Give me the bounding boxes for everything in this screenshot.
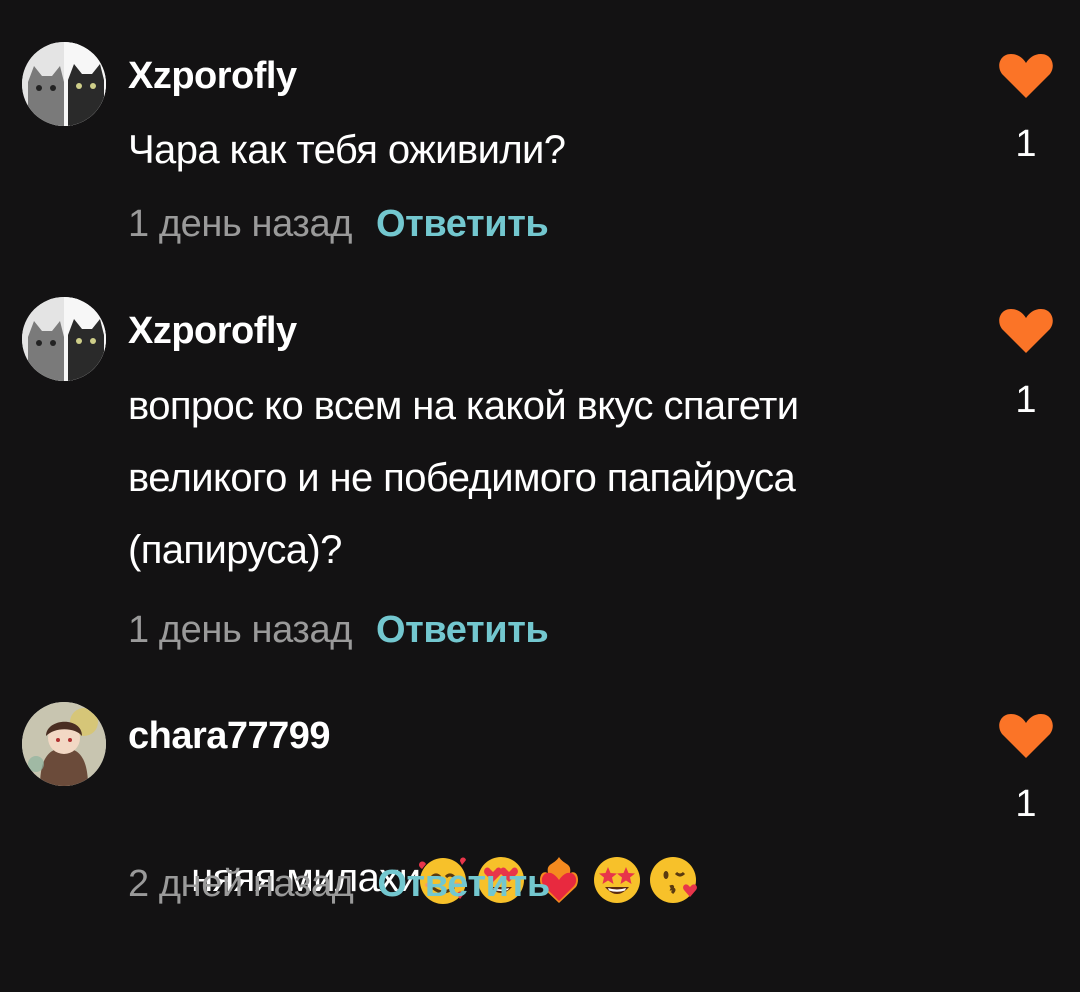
username[interactable]: Xzporofly: [128, 311, 297, 351]
heart-icon: [999, 714, 1053, 758]
like-button[interactable]: [998, 712, 1054, 760]
like-button[interactable]: [998, 307, 1054, 355]
username[interactable]: chara77799: [128, 716, 331, 756]
anime-character-avatar-icon: [22, 702, 106, 786]
reply-button[interactable]: Ответить: [377, 863, 550, 905]
username[interactable]: Xzporofly: [128, 56, 297, 96]
timestamp: 2 дней назад: [128, 863, 354, 905]
comment-meta: 2 дней назад Ответить: [128, 864, 550, 904]
timestamp: 1 день назад: [128, 609, 352, 651]
comment-meta: 1 день назад Ответить: [128, 203, 549, 245]
like-count: 1: [1015, 123, 1037, 165]
reply-button[interactable]: Ответить: [376, 609, 549, 651]
heart-icon: [999, 54, 1053, 98]
comment-list: Xzporofly Чара как тебя оживили? 1 день …: [0, 0, 1080, 992]
comment-text: вопрос ко всем на какой вкус спагети вел…: [128, 384, 799, 572]
cat-pair-avatar-icon: [22, 42, 106, 126]
avatar[interactable]: [22, 42, 106, 126]
avatar[interactable]: [22, 297, 106, 381]
avatar[interactable]: [22, 702, 106, 786]
star-struck-icon: [594, 857, 641, 904]
like-count: 1: [1015, 379, 1037, 421]
reply-button[interactable]: Ответить: [376, 203, 549, 245]
cat-pair-avatar-icon: [22, 297, 106, 381]
timestamp: 1 день назад: [128, 203, 352, 245]
heart-icon: [999, 309, 1053, 353]
like-button[interactable]: [998, 52, 1054, 100]
comment-text: Чара как тебя оживили?: [128, 128, 566, 172]
comment-meta: 1 день назад Ответить: [128, 609, 549, 651]
face-blowing-kiss-icon: [650, 857, 698, 904]
like-count: 1: [1015, 783, 1037, 825]
